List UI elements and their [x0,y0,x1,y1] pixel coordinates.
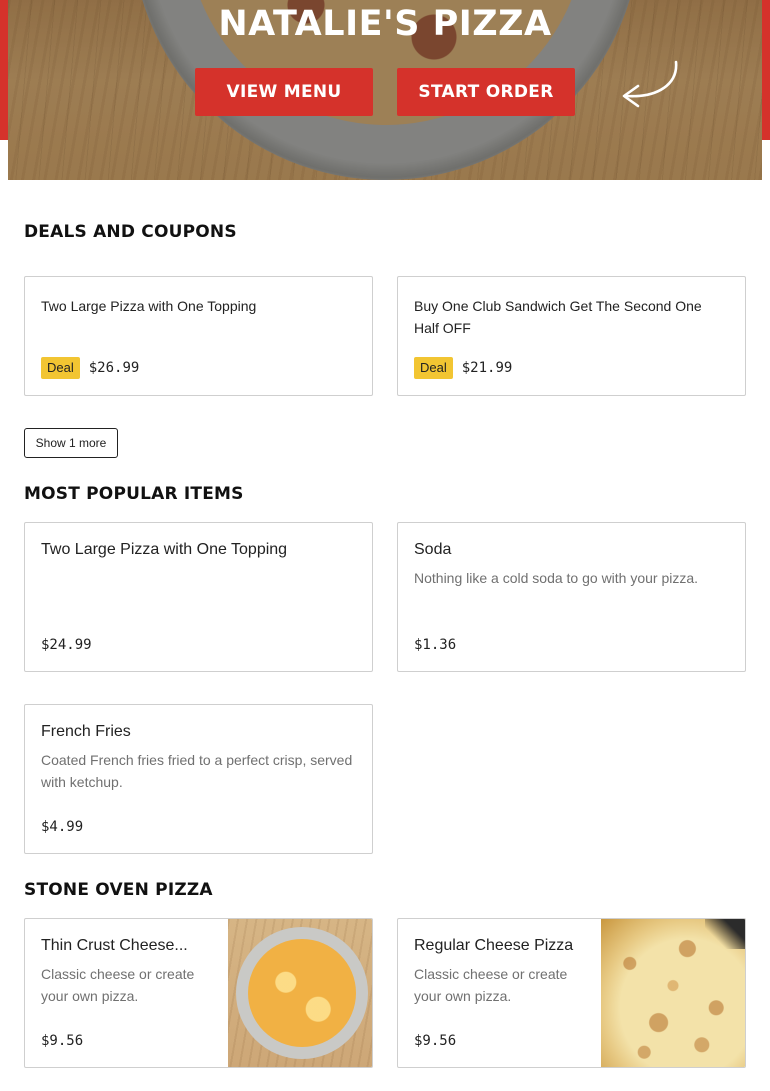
deal-card[interactable]: Buy One Club Sandwich Get The Second One… [397,276,746,396]
item-description: Nothing like a cold soda to go with your… [414,570,699,586]
item-price: $24.99 [41,637,92,653]
view-menu-button[interactable]: VIEW MENU [195,68,373,116]
item-price: $9.56 [414,1033,457,1049]
start-order-button[interactable]: START ORDER [397,68,575,116]
item-name: Thin Crust Cheese... [41,937,188,954]
item-description: Coated French fries fried to a perfect c… [41,752,353,790]
deal-name: Buy One Club Sandwich Get The Second One… [414,298,702,336]
section-title-stone-oven: STONE OVEN PIZZA [24,880,213,900]
menu-item-card[interactable]: Regular Cheese Pizza Classic cheese or c… [397,918,746,1068]
item-price: $4.99 [41,819,84,835]
item-description: Classic cheese or create your own pizza. [41,966,195,1004]
curved-arrow-icon [622,60,678,108]
section-title-popular: MOST POPULAR ITEMS [24,484,244,504]
item-price: $1.36 [414,637,457,653]
menu-item-card[interactable]: French Fries Coated French fries fried t… [24,704,373,854]
item-name: Regular Cheese Pizza [414,937,574,954]
item-name: French Fries [41,723,131,740]
menu-item-card[interactable]: Soda Nothing like a cold soda to go with… [397,522,746,672]
item-description: Classic cheese or create your own pizza. [414,966,568,1004]
item-name: Soda [414,541,452,558]
deal-badge: Deal [41,357,80,379]
deal-name: Two Large Pizza with One Topping [41,298,257,314]
deal-card[interactable]: Two Large Pizza with One Topping Deal $2… [24,276,373,396]
deal-badge: Deal [414,357,453,379]
menu-item-card[interactable]: Thin Crust Cheese... Classic cheese or c… [24,918,373,1068]
deal-price: $21.99 [461,360,513,376]
deal-price: $26.99 [88,360,140,376]
item-price: $9.56 [41,1033,84,1049]
item-photo [228,919,372,1067]
menu-item-card[interactable]: Two Large Pizza with One Topping $24.99 [24,522,373,672]
item-name: Two Large Pizza with One Topping [41,541,288,558]
section-title-deals: DEALS AND COUPONS [24,222,237,242]
item-photo [601,919,745,1067]
show-more-deals-button[interactable]: Show 1 more [24,428,118,458]
restaurant-name: NATALIE'S PIZZA [218,4,552,44]
